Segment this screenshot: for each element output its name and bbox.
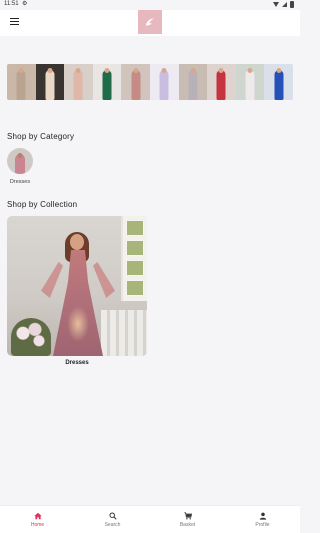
status-indicators — [273, 1, 294, 8]
signal-icon — [282, 2, 287, 7]
banner-tile — [35, 64, 65, 100]
promo-banner[interactable] — [7, 64, 293, 100]
banner-tile — [7, 64, 36, 100]
shop-by-category-title: Shop by Category — [7, 132, 75, 141]
nav-item-profile[interactable]: Profile — [225, 506, 300, 533]
basket-icon — [183, 511, 192, 520]
wifi-icon — [273, 2, 279, 7]
nav-label-basket: Basket — [179, 521, 196, 528]
settings-gear-icon: ⚙ — [22, 1, 28, 7]
banner-tile — [92, 64, 122, 100]
category-label: Dresses — [9, 179, 31, 185]
status-time: 11:51 — [4, 1, 19, 7]
collection-card-dresses[interactable]: Dresses — [7, 216, 147, 366]
nav-item-basket[interactable]: Basket — [150, 506, 225, 533]
bottom-navigation: Home Search Basket Profile — [0, 505, 300, 533]
banner-tile — [178, 64, 208, 100]
category-thumbnail — [7, 148, 33, 174]
status-bar: 11:51 ⚙ — [0, 0, 300, 10]
banner-tile — [121, 64, 150, 100]
hamburger-menu-icon[interactable] — [10, 18, 19, 25]
nav-label-search: Search — [104, 521, 121, 528]
collection-image — [7, 216, 147, 356]
logo-mark-icon — [145, 18, 155, 26]
nav-item-search[interactable]: Search — [75, 506, 150, 533]
shop-by-collection-title: Shop by Collection — [7, 200, 78, 209]
banner-tile — [149, 64, 179, 100]
battery-icon — [290, 1, 294, 8]
category-item-dresses[interactable]: Dresses — [6, 148, 34, 185]
banner-tile — [235, 64, 265, 100]
banner-tile — [207, 64, 236, 100]
brand-logo[interactable] — [138, 10, 162, 34]
collection-label: Dresses — [65, 360, 89, 366]
app-bar — [0, 10, 300, 36]
banner-tile — [264, 64, 293, 100]
nav-label-home: Home — [30, 521, 45, 528]
search-icon — [108, 511, 117, 520]
nav-label-profile: Profile — [255, 521, 270, 528]
profile-icon — [259, 512, 266, 520]
nav-item-home[interactable]: Home — [0, 506, 75, 533]
banner-tile — [64, 64, 93, 100]
home-icon — [33, 512, 42, 519]
